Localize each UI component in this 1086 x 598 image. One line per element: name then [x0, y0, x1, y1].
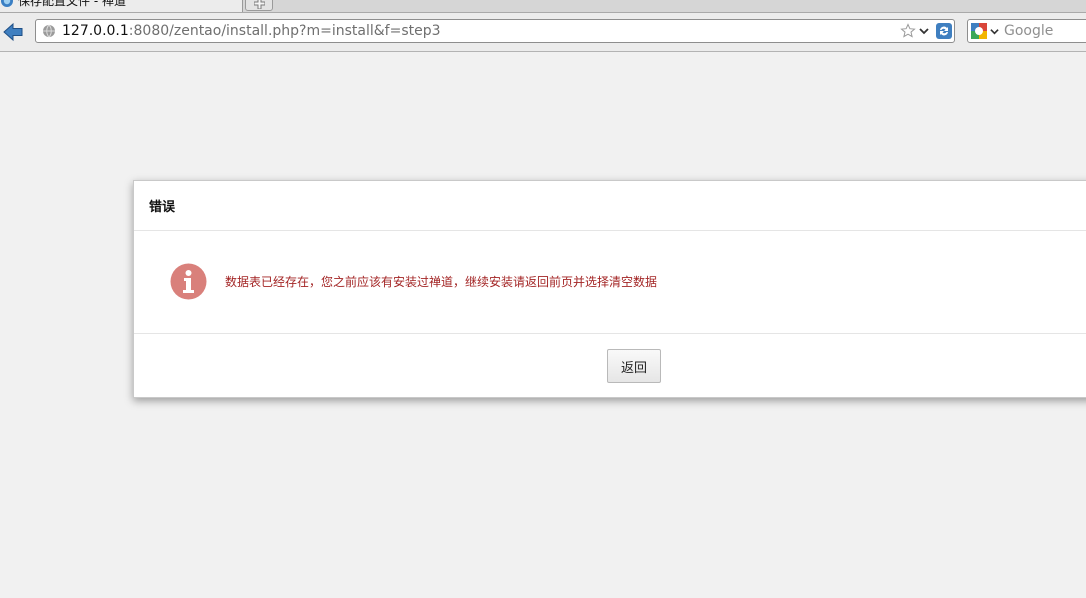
star-icon[interactable]: [900, 23, 916, 39]
url-host: 127.0.0.1: [62, 23, 129, 39]
tab-strip: 保存配置文件 - 禅道: [0, 0, 1086, 13]
browser-window: 保存配置文件 - 禅道 127.0.0.1:8080/zentao/instal…: [0, 0, 1086, 598]
chevron-down-icon[interactable]: [919, 26, 929, 36]
chevron-down-icon[interactable]: [990, 27, 999, 36]
globe-icon: [43, 24, 55, 38]
search-input[interactable]: [1004, 21, 1086, 41]
url-text[interactable]: 127.0.0.1:8080/zentao/install.php?m=inst…: [62, 20, 441, 42]
arrow-left-icon[interactable]: [2, 21, 24, 43]
info-icon: [170, 263, 207, 300]
plus-icon: [254, 0, 265, 9]
tab-active[interactable]: 保存配置文件 - 禅道: [0, 0, 243, 12]
dialog-title: 错误: [149, 200, 176, 215]
url-path: :8080/zentao/install.php?m=install&f=ste…: [128, 23, 441, 39]
error-message: 数据表已经存在，您之前应该有安装过禅道，继续安装请返回前页并选择清空数据: [225, 275, 658, 289]
dialog-header: 错误: [134, 181, 1086, 231]
tab-title: 保存配置文件 - 禅道: [18, 0, 126, 8]
new-tab-button[interactable]: [245, 0, 273, 11]
back-button[interactable]: 返回: [607, 349, 661, 383]
google-icon[interactable]: [971, 23, 987, 39]
dialog-footer: 返回: [134, 334, 1086, 398]
page-content: 错误 数据表已经存在，您之前应该有安装过禅道，继续安装请返回前页并选择清空数据 …: [0, 52, 1086, 598]
globe-icon: [1, 0, 13, 7]
reload-icon[interactable]: [935, 22, 953, 40]
search-bar[interactable]: [967, 19, 1086, 43]
navigation-toolbar: 127.0.0.1:8080/zentao/install.php?m=inst…: [0, 13, 1086, 52]
dialog-body: 数据表已经存在，您之前应该有安装过禅道，继续安装请返回前页并选择清空数据: [134, 231, 1086, 334]
url-bar[interactable]: 127.0.0.1:8080/zentao/install.php?m=inst…: [35, 19, 955, 43]
error-dialog: 错误 数据表已经存在，您之前应该有安装过禅道，继续安装请返回前页并选择清空数据 …: [133, 180, 1086, 398]
